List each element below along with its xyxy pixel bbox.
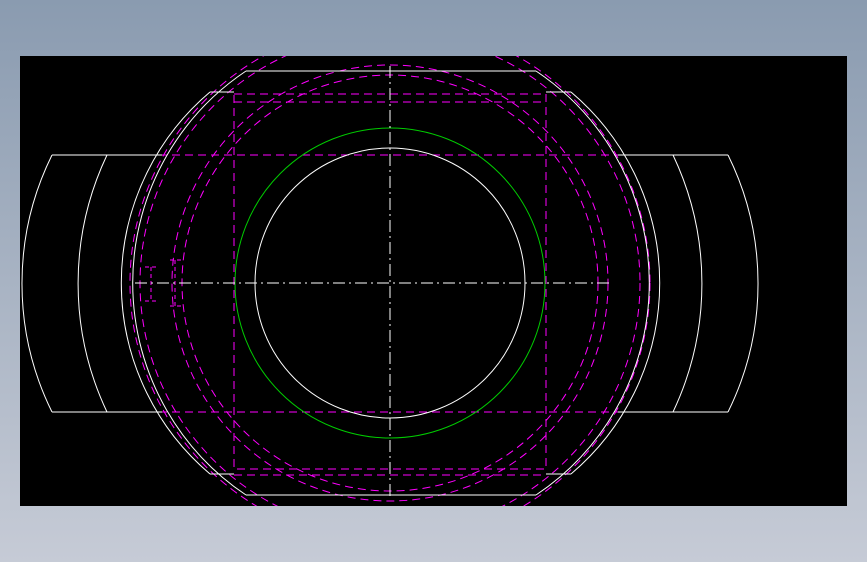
centerlines-group <box>135 66 610 500</box>
right-lug-inner-arc <box>672 154 703 413</box>
left-lug-inner-arc <box>77 154 108 413</box>
right-lug-outer-arc <box>727 154 759 413</box>
cad-drawing-viewport[interactable] <box>20 56 847 506</box>
cad-drawing-canvas <box>21 56 759 506</box>
left-lug-outer-arc <box>21 154 53 413</box>
